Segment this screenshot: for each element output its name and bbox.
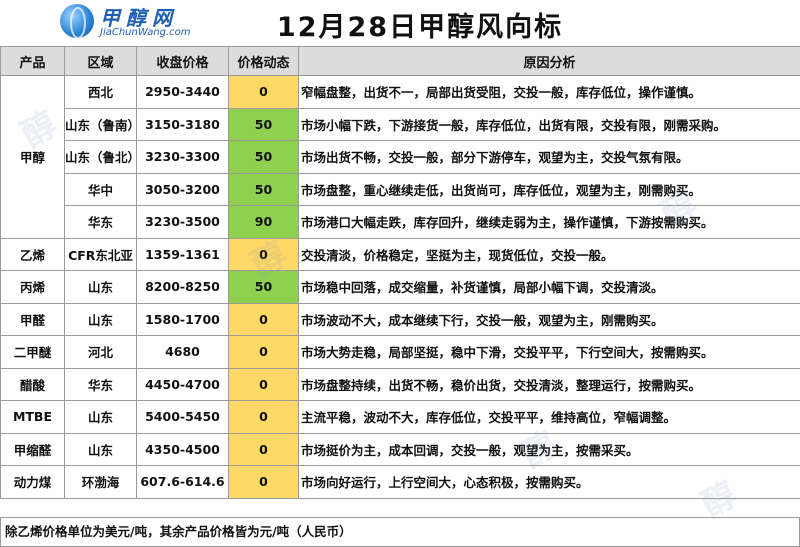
col-header-price: 收盘价格 [136,46,229,76]
price-cell: 4350-4500 [136,432,229,466]
table-row: 山东（鲁南） 3150-3180 50 市场小幅下跌，下游接货一般，库存低位，出货有限… [1,107,800,141]
region-cell: 西北 [64,75,137,109]
region-cell: 河北 [64,335,137,369]
dynamic-cell: 50 [228,172,299,206]
reason-cell: 市场盘整持续，出货不畅，稳价出货，交投清淡，整理运行，按需购买。 [298,367,800,401]
region-cell: 华东 [64,367,137,401]
dynamic-cell: 0 [228,465,299,499]
dynamic-cell: 0 [228,335,299,369]
reason-cell: 交投清淡，价格稳定，坚挺为主，现货低位，交投一般。 [298,237,800,271]
product-cell: 醋酸 [0,367,65,401]
product-cell: 二甲醚 [0,335,65,369]
price-cell: 1359-1361 [136,237,229,271]
table-row: 动力煤 环渤海 607.6-614.6 0 市场向好运行，上行空间大，心态积极，按需购买… [0,465,800,499]
table-row: 醋酸 华东 4450-4700 0 市场盘整持续，出货不畅，稳价出货，交投清淡，整理运行… [0,367,800,401]
product-cell: 动力煤 [0,465,65,499]
dynamic-cell: 90 [228,205,299,239]
dynamic-cell: 50 [228,107,299,141]
table-row: 甲缩醛 山东 4350-4500 0 市场挺价为主，成本回调，交投一般，观望为主，按需采… [0,432,800,466]
price-cell: 8200-8250 [136,270,229,304]
region-cell: 山东（鲁北） [64,140,137,174]
table-row: 华中 3050-3200 50 市场盘整，重心继续走低，出货尚可，库存低位，观望为主，… [1,172,800,206]
unit-note: 除乙烯价格单位为美元/吨，其余产品价格皆为元/吨（人民币） [0,517,800,547]
col-header-region: 区域 [64,46,137,76]
reason-cell: 市场挺价为主，成本回调，交投一般，观望为主，按需采买。 [298,432,800,466]
region-cell: CFR东北亚 [64,237,137,271]
price-cell: 4680 [136,335,229,369]
col-header-product: 产品 [0,46,65,76]
col-header-dynamic: 价格动态 [228,46,299,76]
price-cell: 2950-3440 [136,75,229,109]
reason-cell: 市场大势走稳，局部坚挺，稳中下滑，交投平平，下行空间大，按需购买。 [298,335,800,369]
dynamic-cell: 0 [228,75,299,109]
price-table: 产品 区域 收盘价格 价格动态 原因分析 甲醇 西北 2950-3440 0 窄幅盘整，… [0,46,800,499]
table-row: 二甲醚 河北 4680 0 市场大势走稳，局部坚挺，稳中下滑，交投平平，下行空间大，按需… [0,335,800,369]
dynamic-cell: 0 [228,367,299,401]
region-cell: 山东 [64,302,137,336]
region-cell: 华中 [64,172,137,206]
region-cell: 山东（鲁南） [64,107,137,141]
dynamic-cell: 50 [228,270,299,304]
product-cell: 乙烯 [0,237,65,271]
price-cell: 3230-3300 [136,140,229,174]
price-cell: 607.6-614.6 [136,465,229,499]
region-cell: 山东 [64,270,137,304]
price-cell: 3230-3500 [136,205,229,239]
price-cell: 3050-3200 [136,172,229,206]
reason-cell: 市场出货不畅，交投一般，部分下游停车，观望为主，交投气氛有限。 [298,140,800,174]
product-cell: 甲缩醛 [0,432,65,466]
reason-cell: 市场港口大幅走跌，库存回升，继续走弱为主，操作谨慎，下游按需购买。 [298,205,800,239]
reason-cell: 市场向好运行，上行空间大，心态积极，按需购买。 [298,465,800,499]
product-cell: 甲醛 [0,302,65,336]
col-header-reason: 原因分析 [298,46,800,76]
region-cell: 环渤海 [64,465,137,499]
price-cell: 4450-4700 [136,367,229,401]
reason-cell: 主流平稳，波动不大，库存低位，交投平平，维持高位，窄幅调整。 [298,400,800,434]
dynamic-cell: 0 [228,432,299,466]
dynamic-cell: 0 [228,237,299,271]
dynamic-cell: 0 [228,302,299,336]
product-cell: MTBE [0,400,65,434]
page-title: 12月28日甲醇风向标 [276,12,564,43]
product-cell: 甲醇 [0,75,65,239]
reason-cell: 市场波动不大，成本继续下行，交投一般，观望为主，刚需购买。 [298,302,800,336]
table-row: 乙烯 CFR东北亚 1359-1361 0 交投清淡，价格稳定，坚挺为主，现货低位，交投… [0,237,800,271]
reason-cell: 市场小幅下跌，下游接货一般，库存低位，出货有限，交投有限，刚需采购。 [298,107,800,141]
table-row: 山东（鲁北） 3230-3300 50 市场出货不畅，交投一般，部分下游停车，观望为主… [1,140,800,174]
table-row: 华东 3230-3500 90 市场港口大幅走跌，库存回升，继续走弱为主，操作谨慎，下… [1,205,800,239]
region-cell: 华东 [64,205,137,239]
region-cell: 山东 [64,400,137,434]
table-body: 甲醇 西北 2950-3440 0 窄幅盘整，出货不一，局部出货受阻，交投一般，库存低位… [0,75,800,499]
table-row: MTBE 山东 5400-5450 0 主流平稳，波动不大，库存低位，交投平平，维持高位… [0,400,800,434]
price-cell: 3150-3180 [136,107,229,141]
region-cell: 山东 [64,432,137,466]
table-header-row: 产品 区域 收盘价格 价格动态 原因分析 [0,46,800,76]
reason-cell: 窄幅盘整，出货不一，局部出货受阻，交投一般，库存低位，操作谨慎。 [298,75,800,109]
table-row: 丙烯 山东 8200-8250 50 市场稳中回落，成交缩量，补货谨慎，局部小幅下调，交… [0,270,800,304]
price-cell: 5400-5450 [136,400,229,434]
product-cell: 丙烯 [0,270,65,304]
reason-cell: 市场盘整，重心继续走低，出货尚可，库存低位，观望为主，刚需购买。 [298,172,800,206]
dynamic-cell: 50 [228,140,299,174]
table-row: 甲醇 西北 2950-3440 0 窄幅盘整，出货不一，局部出货受阻，交投一般，库存低位… [0,75,800,239]
table-row: 甲醛 山东 1580-1700 0 市场波动不大，成本继续下行，交投一般，观望为主，刚需… [0,302,800,336]
header: 甲醇网 JiaChunWang.com 12月28日甲醇风向标 [0,0,800,46]
dynamic-cell: 0 [228,400,299,434]
price-cell: 1580-1700 [136,302,229,336]
reason-cell: 市场稳中回落，成交缩量，补货谨慎，局部小幅下调，交投清淡。 [298,270,800,304]
